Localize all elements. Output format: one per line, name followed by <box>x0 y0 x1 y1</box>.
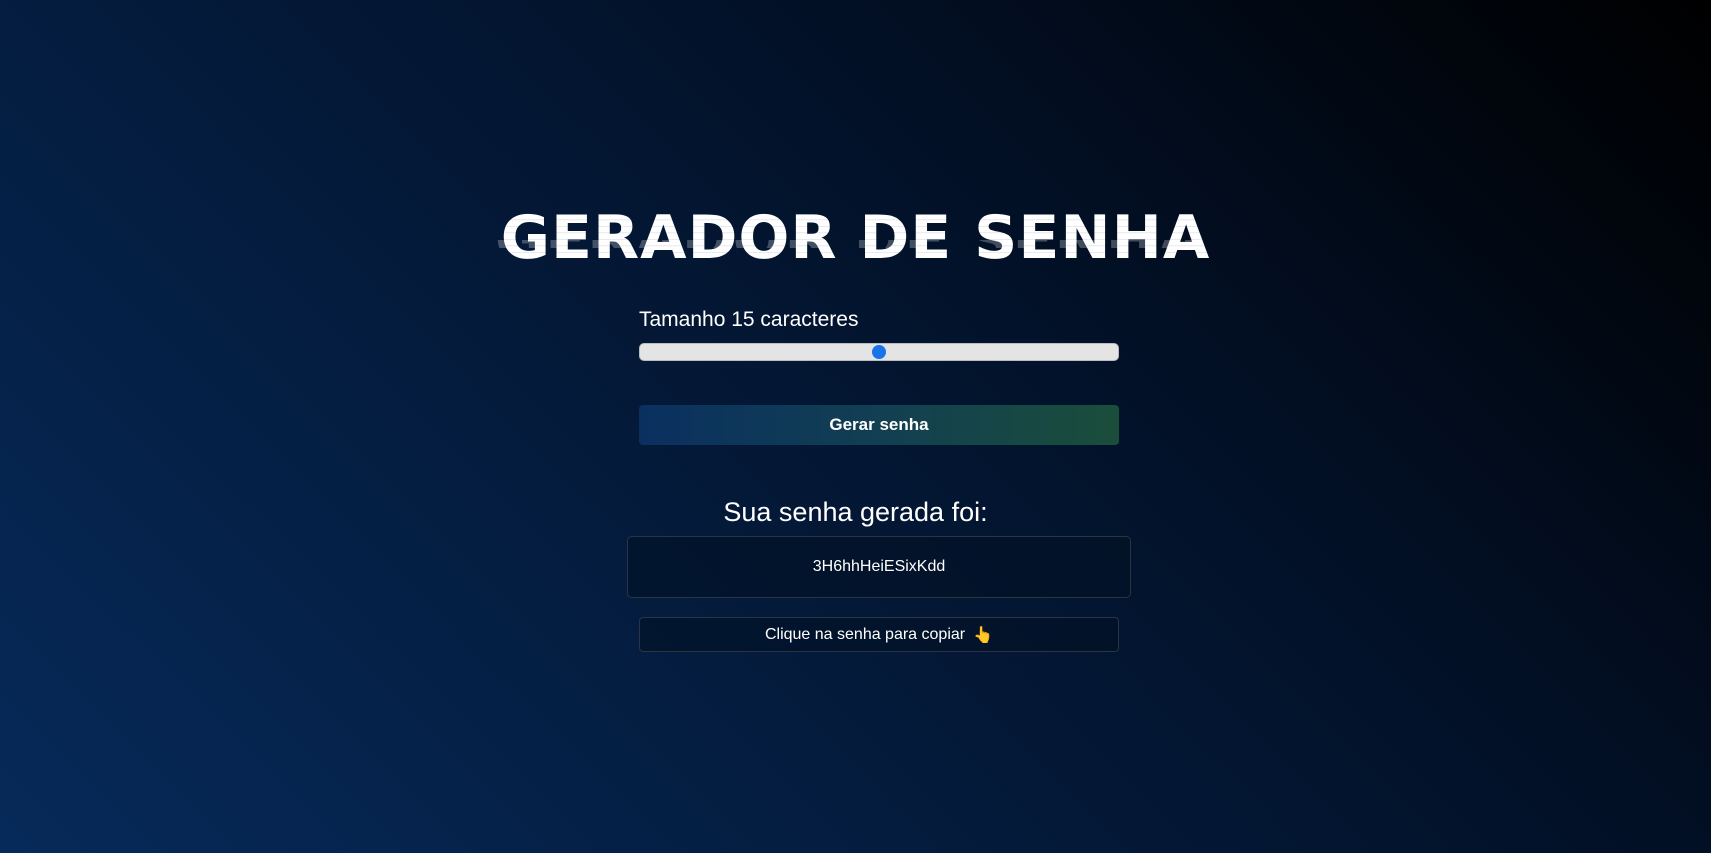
generate-password-button[interactable]: Gerar senha <box>639 405 1119 445</box>
copy-hint: Clique na senha para copiar 👆 <box>639 617 1119 652</box>
copy-hint-text: Clique na senha para copiar <box>764 625 966 643</box>
pointing-hand-icon: 👆 <box>973 626 994 644</box>
generated-password[interactable]: 3H6hhHeiESixKdd <box>627 536 1131 598</box>
length-slider[interactable] <box>639 343 1119 361</box>
length-label: Tamanho 15 caracteres <box>639 308 859 331</box>
generated-password-text[interactable]: 3H6hhHeiESixKdd <box>813 558 946 576</box>
app-title: GERADOR DE SENHA <box>0 208 1711 268</box>
result-title: Sua senha gerada foi: <box>723 497 988 527</box>
length-slider-thumb[interactable] <box>872 345 886 359</box>
